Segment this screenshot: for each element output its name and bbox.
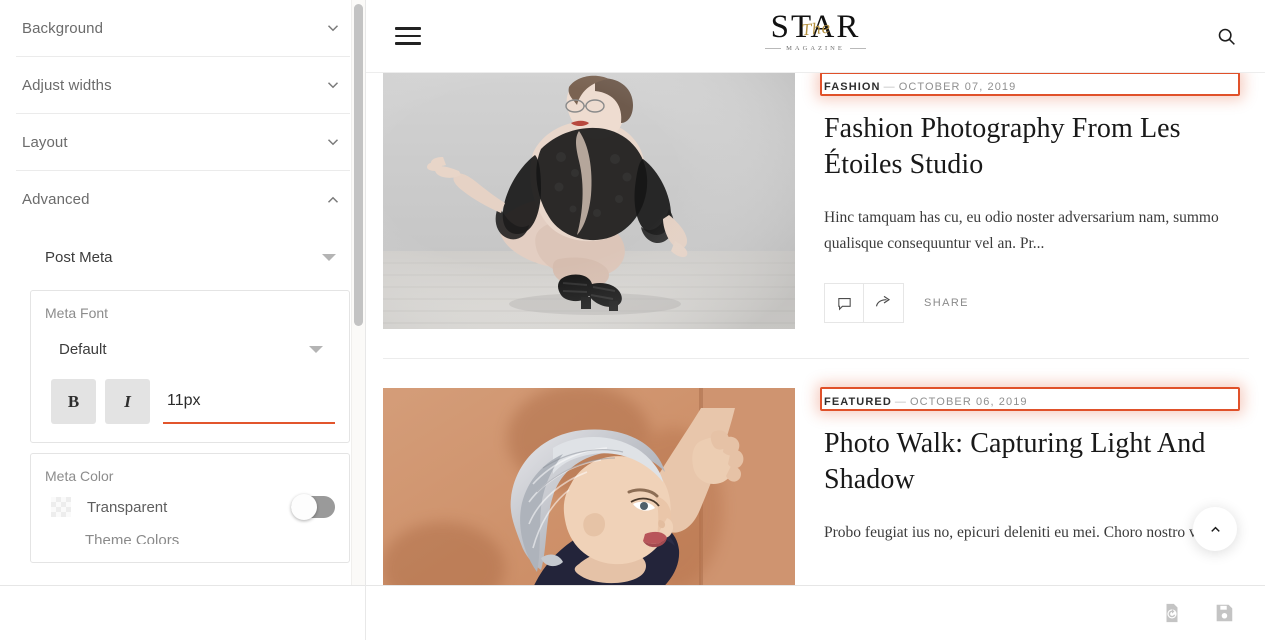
rule-left [765, 48, 782, 49]
site-logo[interactable]: STAR The MAGAZINE [726, 10, 906, 52]
customizer-sidebar: Background Adjust widths Layout Advanced [0, 0, 366, 640]
post-thumbnail[interactable] [383, 73, 795, 329]
sidebar-section-adjust-widths[interactable]: Adjust widths [16, 57, 350, 114]
sidebar-section-background[interactable]: Background [16, 0, 350, 57]
post-excerpt: Hinc tamquam has cu, eu odio noster adve… [824, 209, 1219, 252]
post-title[interactable]: Fashion Photography From Les Étoiles Stu… [824, 111, 1249, 183]
post-excerpt: Probo feugiat ius no, epicuri deleniti e… [824, 524, 1214, 541]
restore-glyph [1166, 603, 1178, 623]
post-feed: FASHION — OCTOBER 07, 2019 Fashion Photogr… [366, 73, 1265, 640]
back-to-top-button[interactable] [1193, 507, 1237, 551]
element-select[interactable]: Post Meta [30, 234, 350, 280]
share-arrow-icon[interactable] [864, 283, 904, 323]
rule-right [849, 48, 866, 49]
post-meta: FEATURED — OCTOBER 06, 2019 [824, 396, 1028, 408]
meta-font-card: Meta Font Default B I 11px [30, 290, 350, 443]
share-label[interactable]: SHARE [924, 297, 969, 309]
post-item: FASHION — OCTOBER 07, 2019 Fashion Photogr… [366, 73, 1265, 329]
customizer-app: Background Adjust widths Layout Advanced [0, 0, 1265, 640]
italic-button[interactable]: I [105, 379, 150, 424]
caret-down-icon[interactable] [309, 345, 323, 353]
search-icon[interactable] [1216, 26, 1237, 47]
element-select-value: Post Meta [45, 248, 113, 266]
chevron-up-icon[interactable] [322, 189, 344, 211]
post-category[interactable]: FASHION [824, 81, 881, 93]
font-size-value: 11px [167, 391, 201, 409]
post-meta: FASHION — OCTOBER 07, 2019 [824, 81, 1016, 93]
restore-icon[interactable] [1161, 602, 1183, 624]
post-divider [383, 358, 1249, 359]
post-actions: SHARE [824, 283, 1249, 323]
brand-wordmark: STAR The [726, 10, 906, 44]
theme-colors-row[interactable]: Theme Colors [45, 532, 335, 544]
brand-script-text: The [800, 18, 831, 40]
section-label: Layout [22, 133, 68, 151]
chevron-up-icon [1210, 526, 1220, 532]
chevron-down-icon[interactable] [322, 74, 344, 96]
chevron-down-icon[interactable] [322, 17, 344, 39]
sidebar-section-advanced[interactable]: Advanced [16, 171, 350, 228]
sidebar-scrollbar-thumb[interactable] [354, 4, 363, 326]
customizer-footer [366, 585, 1265, 640]
section-label: Advanced [22, 191, 90, 208]
advanced-panel-body: Post Meta Meta Font Default B I 11px Met… [16, 234, 350, 563]
bold-button[interactable]: B [51, 379, 96, 424]
sidebar-footer-strip [0, 585, 365, 640]
caret-down-icon[interactable] [322, 253, 336, 261]
post-date: OCTOBER 06, 2019 [909, 396, 1028, 408]
meta-color-title: Meta Color [45, 468, 114, 484]
meta-color-card: Meta Color Transparent Theme Colors [30, 453, 350, 563]
font-family-select[interactable]: Default [45, 329, 335, 369]
post-date: OCTOBER 07, 2019 [898, 81, 1017, 93]
sidebar-scrollbar[interactable] [351, 0, 365, 585]
transparent-label: Transparent [87, 498, 168, 516]
font-style-controls: B I 11px [45, 379, 335, 424]
transparency-swatch-icon [51, 497, 71, 517]
theme-colors-label: Theme Colors [85, 532, 180, 544]
font-family-value: Default [59, 340, 107, 358]
post-title[interactable]: Photo Walk: Capturing Light And Shadow [824, 426, 1249, 498]
comment-icon[interactable] [824, 283, 864, 323]
save-icon[interactable] [1213, 602, 1235, 624]
post-content: FASHION — OCTOBER 07, 2019 Fashion Photogr… [820, 73, 1249, 329]
transparent-row: Transparent [45, 494, 335, 520]
fashion-photo [383, 73, 795, 329]
transparent-toggle[interactable] [291, 494, 335, 520]
site-preview: STAR The MAGAZINE FASHION — OCTOBER 07, … [366, 0, 1265, 640]
meta-separator: — [883, 81, 896, 93]
hamburger-icon[interactable] [395, 22, 421, 50]
font-size-input[interactable]: 11px [163, 379, 335, 424]
post-category[interactable]: FEATURED [824, 396, 892, 408]
site-header: STAR The MAGAZINE [366, 0, 1265, 73]
sidebar-scroll-content: Background Adjust widths Layout Advanced [0, 0, 365, 563]
toggle-knob [291, 494, 317, 520]
section-label: Background [22, 19, 104, 37]
meta-separator: — [894, 396, 907, 408]
section-label: Adjust widths [22, 76, 112, 94]
chevron-down-icon[interactable] [322, 131, 344, 153]
meta-font-title: Meta Font [45, 305, 109, 321]
sidebar-section-layout[interactable]: Layout [16, 114, 350, 171]
save-glyph [1216, 604, 1233, 622]
